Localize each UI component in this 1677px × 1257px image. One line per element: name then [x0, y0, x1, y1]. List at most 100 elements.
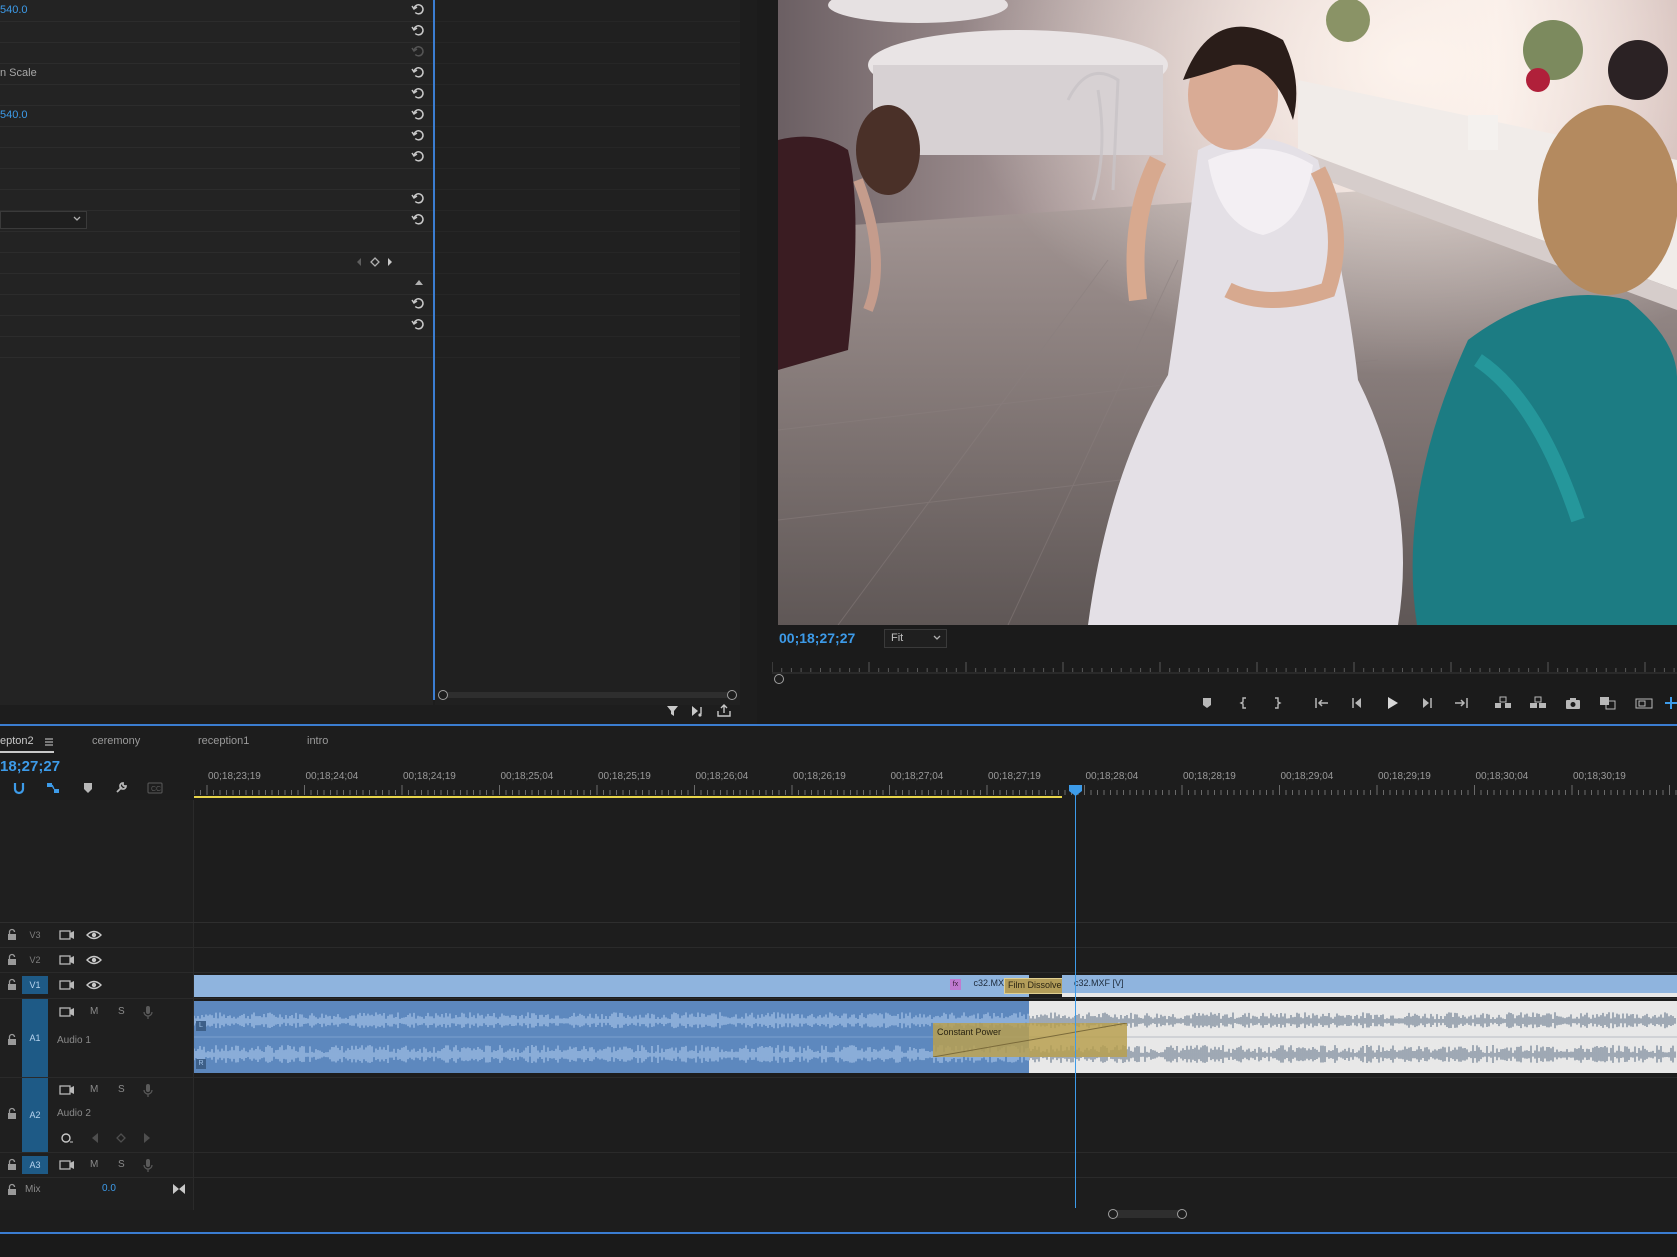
- next-keyframe-icon[interactable]: [386, 256, 394, 268]
- program-playhead-knob[interactable]: [774, 674, 784, 684]
- tab-reception2[interactable]: epton2: [0, 735, 34, 747]
- microphone-icon[interactable]: [140, 1082, 156, 1098]
- program-timecode[interactable]: 00;18;27;27: [779, 630, 855, 646]
- reset-icon[interactable]: [410, 296, 426, 312]
- scroll-handle-right[interactable]: [727, 690, 737, 700]
- scroll-handle-left[interactable]: [1108, 1209, 1118, 1219]
- next-keyframe-icon[interactable]: [139, 1130, 155, 1146]
- microphone-icon[interactable]: [140, 1157, 156, 1173]
- play-audio-icon[interactable]: [690, 703, 706, 719]
- comparison-view-button[interactable]: [1597, 692, 1619, 714]
- reset-icon[interactable]: [410, 107, 426, 123]
- track-label-a2[interactable]: A2: [22, 1078, 48, 1152]
- go-to-out-button[interactable]: [1450, 692, 1472, 714]
- sync-lock-icon[interactable]: [59, 1082, 75, 1098]
- sync-lock-icon[interactable]: [59, 1004, 75, 1020]
- lift-button[interactable]: [1492, 692, 1514, 714]
- lock-icon[interactable]: [4, 1157, 20, 1173]
- playhead-handle[interactable]: [1069, 785, 1082, 796]
- linked-selection-icon[interactable]: [45, 781, 61, 795]
- prev-keyframe-icon[interactable]: [355, 256, 363, 268]
- prev-keyframe-icon[interactable]: [87, 1130, 103, 1146]
- solo-button[interactable]: S: [118, 1084, 125, 1095]
- microphone-icon[interactable]: [140, 1004, 156, 1020]
- reset-icon[interactable]: [410, 23, 426, 39]
- reset-icon[interactable]: [410, 317, 426, 333]
- tab-intro[interactable]: intro: [307, 735, 328, 747]
- sync-lock-icon[interactable]: [59, 977, 75, 993]
- panel-menu-icon[interactable]: [44, 737, 54, 747]
- audio-clip-left[interactable]: L R: [193, 1001, 1029, 1073]
- play-button[interactable]: [1381, 692, 1403, 714]
- lock-icon[interactable]: [4, 1182, 20, 1198]
- track-label-a1[interactable]: A1: [22, 999, 48, 1077]
- mark-in-button[interactable]: [1233, 692, 1255, 714]
- step-forward-button[interactable]: [1416, 692, 1438, 714]
- button-editor-button[interactable]: [1660, 692, 1677, 714]
- timeline-scrollbar[interactable]: [1108, 1209, 1187, 1219]
- lock-icon[interactable]: [4, 1106, 20, 1122]
- blend-mode-dropdown[interactable]: [0, 211, 87, 229]
- lock-icon[interactable]: [4, 927, 20, 943]
- track-name-audio1[interactable]: Audio 1: [57, 1035, 91, 1046]
- go-to-end-icon[interactable]: [171, 1181, 187, 1197]
- video-clip-left[interactable]: fx c32.MXF [V]: [194, 975, 1029, 997]
- track-label-v3[interactable]: V3: [22, 926, 48, 944]
- collapse-up-icon[interactable]: [414, 278, 424, 288]
- wrench-icon[interactable]: [114, 781, 128, 795]
- timeline-playhead[interactable]: [1075, 790, 1076, 1208]
- mute-button[interactable]: M: [90, 1084, 98, 1095]
- reset-icon[interactable]: [410, 65, 426, 81]
- mute-button[interactable]: M: [90, 1006, 98, 1017]
- export-frame-button[interactable]: [1562, 692, 1584, 714]
- reset-icon[interactable]: [410, 2, 426, 18]
- filter-icon[interactable]: [665, 703, 681, 719]
- export-icon[interactable]: [716, 703, 732, 719]
- reset-icon[interactable]: [410, 86, 426, 102]
- mark-out-button[interactable]: [1266, 692, 1288, 714]
- eye-icon[interactable]: [86, 952, 102, 968]
- reset-icon[interactable]: [410, 149, 426, 165]
- eye-icon[interactable]: [86, 977, 102, 993]
- add-keyframe-icon[interactable]: [113, 1130, 129, 1146]
- timeline-timecode[interactable]: 18;27;27: [0, 758, 60, 775]
- mute-button[interactable]: M: [90, 1159, 98, 1170]
- reset-icon[interactable]: [410, 191, 426, 207]
- panel-separator[interactable]: [0, 724, 1677, 726]
- solo-button[interactable]: S: [118, 1006, 125, 1017]
- extract-button[interactable]: [1527, 692, 1549, 714]
- tab-reception1[interactable]: reception1: [198, 735, 249, 747]
- program-mini-ruler[interactable]: [772, 660, 1677, 674]
- work-area-bar[interactable]: [194, 796, 1062, 798]
- safe-margins-button[interactable]: [1633, 692, 1655, 714]
- solo-button[interactable]: S: [118, 1159, 125, 1170]
- sync-lock-icon[interactable]: [59, 1157, 75, 1173]
- scroll-handle-right[interactable]: [1177, 1209, 1187, 1219]
- keyframe-toggle-icon[interactable]: [59, 1130, 75, 1146]
- add-keyframe-icon[interactable]: [369, 256, 381, 268]
- effect-value[interactable]: 540.0: [0, 4, 28, 16]
- effect-value[interactable]: 540.0: [0, 109, 28, 121]
- lock-icon[interactable]: [4, 1032, 20, 1048]
- track-label-v2[interactable]: V2: [22, 951, 48, 969]
- mix-volume-value[interactable]: 0.0: [102, 1183, 116, 1194]
- effect-controls-scrollbar[interactable]: [438, 690, 737, 700]
- lock-icon[interactable]: [4, 952, 20, 968]
- scroll-handle-left[interactable]: [438, 690, 448, 700]
- timeline-ruler[interactable]: 00;18;23;19 00;18;24;04 00;18;24;19 00;18;2…: [194, 757, 1677, 799]
- captions-icon[interactable]: CC: [147, 782, 163, 794]
- reset-icon[interactable]: [410, 212, 426, 228]
- transition-film-dissolve[interactable]: Film Dissolve: [1004, 978, 1064, 994]
- transition-constant-power[interactable]: Constant Power: [933, 1023, 1127, 1057]
- sync-lock-icon[interactable]: [59, 952, 75, 968]
- track-label-a3[interactable]: A3: [22, 1156, 48, 1174]
- eye-icon[interactable]: [86, 927, 102, 943]
- reset-icon[interactable]: [410, 128, 426, 144]
- zoom-select[interactable]: Fit: [884, 629, 947, 648]
- reset-icon[interactable]: [410, 44, 426, 60]
- lock-icon[interactable]: [4, 977, 20, 993]
- track-label-v1[interactable]: V1: [22, 976, 48, 994]
- step-back-button[interactable]: [1346, 692, 1368, 714]
- tab-ceremony[interactable]: ceremony: [92, 735, 140, 747]
- sync-lock-icon[interactable]: [59, 927, 75, 943]
